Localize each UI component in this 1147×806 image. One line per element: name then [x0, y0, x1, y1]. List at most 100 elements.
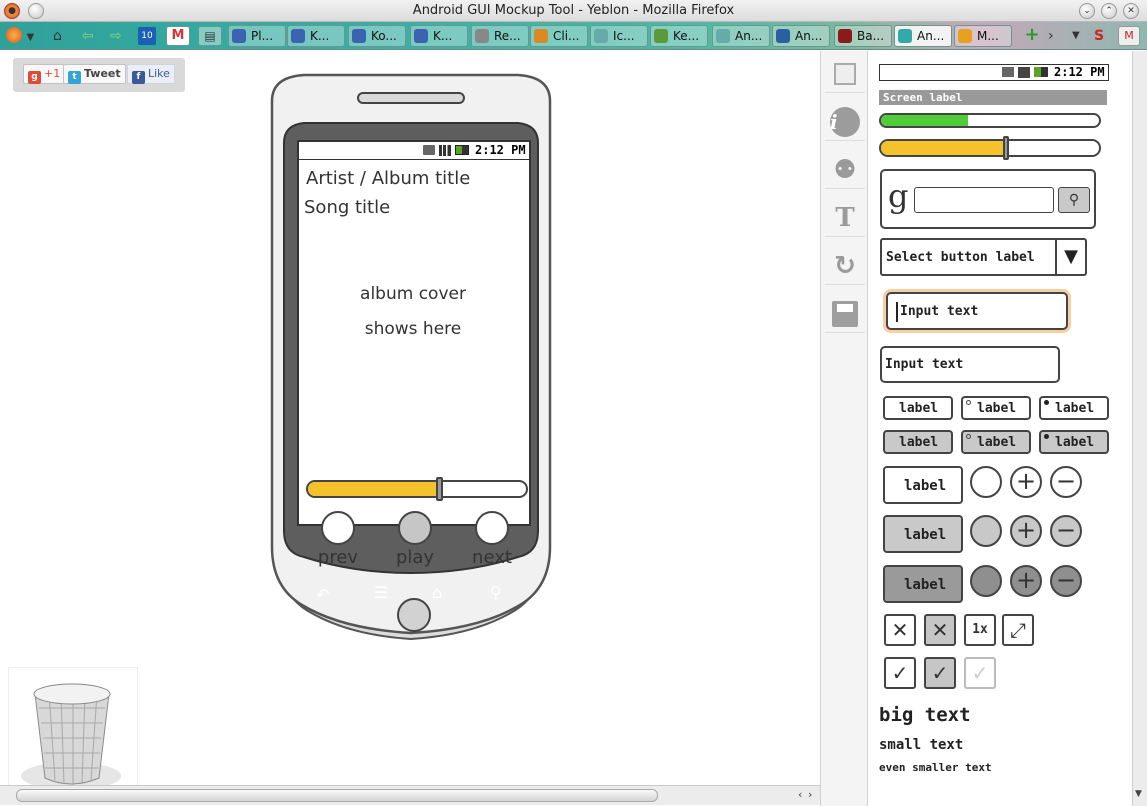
phone-home-icon[interactable]: ⌂	[432, 583, 442, 602]
close-button[interactable]: ✕	[1123, 3, 1139, 19]
google-plus-one-button[interactable]: g +1	[23, 64, 66, 84]
search-widget-input[interactable]	[914, 187, 1054, 213]
tab-label: Ic...	[613, 29, 635, 43]
forward-button[interactable]: ⇨	[110, 26, 122, 46]
home-button[interactable]: ⌂	[53, 26, 62, 46]
page-content: g +1 t Tweet f Like 2:12 PM Artist / Album …	[0, 51, 1147, 806]
tab-5[interactable]: Re...	[471, 25, 529, 47]
label-chip-2[interactable]: label	[961, 396, 1031, 420]
plus-icon: +	[1015, 566, 1037, 594]
song-title: Song title	[304, 197, 391, 218]
search-widget-button[interactable]: ⚲	[1058, 187, 1090, 213]
minus-button-3[interactable]: −	[1050, 565, 1082, 597]
scroll-left-arrow-icon[interactable]: ‹	[798, 788, 802, 801]
gmail-button[interactable]: M	[166, 26, 190, 46]
plus-button-2[interactable]: +	[1010, 515, 1042, 547]
tab-3[interactable]: Ko...	[348, 25, 406, 47]
gmail-notifier-icon[interactable]: M	[1118, 26, 1140, 46]
new-tab-button[interactable]: +	[1020, 25, 1044, 47]
label-chip-5[interactable]: label	[961, 430, 1031, 454]
close-x-button-grey[interactable]: ✕	[924, 614, 956, 646]
small-text-sample[interactable]: small text	[879, 737, 963, 753]
minus-button-2[interactable]: −	[1050, 515, 1082, 547]
label-chip-1[interactable]: label	[883, 396, 953, 420]
palette-status-bar[interactable]: 2:12 PM	[879, 64, 1109, 81]
big-label-button-1[interactable]: label	[883, 466, 963, 504]
round-button-3[interactable]	[970, 565, 1002, 597]
overflow-menu-button[interactable]: ▼	[1072, 26, 1080, 46]
vertical-scrollbar[interactable]: ▼	[1132, 51, 1147, 806]
tweet-button[interactable]: t Tweet	[63, 64, 126, 84]
big-label-button-2[interactable]: label	[883, 515, 963, 553]
back-button[interactable]: ⇦	[82, 26, 94, 46]
trash-bin[interactable]	[8, 667, 138, 802]
prev-button[interactable]	[321, 511, 355, 545]
tab-7[interactable]: Ic...	[590, 25, 648, 47]
onex-button[interactable]: 1x	[964, 614, 996, 646]
next-label: next	[472, 547, 512, 568]
android-tool[interactable]: ⚉	[825, 151, 865, 189]
label-chip-6[interactable]: label	[1039, 430, 1109, 454]
plus-button-3[interactable]: +	[1010, 565, 1042, 597]
green-progress-widget[interactable]	[879, 113, 1101, 128]
phone-search-icon[interactable]: ⚲	[490, 583, 502, 602]
round-button-1[interactable]	[970, 466, 1002, 498]
tab-10[interactable]: An...	[772, 25, 830, 47]
tab-12[interactable]: An...	[894, 25, 952, 47]
plus-button-1[interactable]: +	[1010, 466, 1042, 498]
tab-8[interactable]: Ke...	[650, 25, 708, 47]
smaller-text-sample[interactable]: even smaller text	[879, 761, 992, 774]
select-button-widget[interactable]: Select button label ▼	[880, 238, 1087, 276]
tab-6[interactable]: Cli...	[530, 25, 588, 47]
focused-input-widget[interactable]: Input text	[886, 292, 1068, 330]
horizontal-scrollbar[interactable]: ‹ ›	[0, 785, 820, 805]
text-tool[interactable]: T	[825, 199, 865, 237]
tab-11[interactable]: Ba...	[834, 25, 892, 47]
firefox-menu-button[interactable]: ▼	[6, 26, 34, 46]
trash-can-icon	[21, 683, 121, 790]
fullscreen-button[interactable]: ⤢	[1002, 614, 1034, 646]
save-tool[interactable]	[825, 295, 865, 333]
orange-slider-thumb[interactable]	[1002, 136, 1009, 160]
search-widget[interactable]: g ⚲	[880, 169, 1096, 229]
label-chip-3[interactable]: label	[1039, 396, 1109, 420]
next-button[interactable]	[475, 511, 509, 545]
tab-list-button[interactable]: ›	[1048, 26, 1054, 46]
track-progress-bar[interactable]	[306, 480, 528, 498]
zoom-screen-tool[interactable]	[825, 55, 865, 93]
addon-icon[interactable]: S	[1094, 26, 1104, 46]
round-button-2[interactable]	[970, 515, 1002, 547]
checkbox-checked-grey[interactable]: ✓	[924, 657, 956, 689]
screen-label-widget[interactable]: Screen label	[879, 90, 1107, 105]
plain-input-widget[interactable]: Input text	[880, 346, 1060, 383]
facebook-like-button[interactable]: f Like	[127, 64, 175, 84]
close-x-button[interactable]: ✕	[884, 614, 916, 646]
checkbox-checked-light[interactable]: ✓	[964, 657, 996, 689]
minus-button-1[interactable]: −	[1050, 466, 1082, 498]
phone-back-icon[interactable]: ↶	[316, 585, 329, 604]
tab-1[interactable]: Pl...	[228, 25, 286, 47]
checkbox-checked[interactable]: ✓	[884, 657, 916, 689]
calendar-app-button[interactable]: 10	[138, 27, 156, 45]
refresh-tool[interactable]: ↻	[825, 247, 865, 285]
maximize-button[interactable]: ⌃	[1101, 3, 1117, 19]
big-label-button-3[interactable]: label	[883, 565, 963, 603]
scroll-down-arrow-icon[interactable]: ▼	[1135, 789, 1142, 799]
info-tool[interactable]: i	[825, 103, 865, 141]
scroll-right-arrow-icon[interactable]: ›	[808, 788, 812, 801]
tab-2[interactable]: K...	[287, 25, 345, 47]
tab-9[interactable]: An...	[712, 25, 770, 47]
minimize-button[interactable]: ⌄	[1079, 3, 1095, 19]
kde-icon	[291, 29, 305, 43]
orange-slider-widget[interactable]	[879, 139, 1101, 157]
tab-13[interactable]: M...	[954, 25, 1012, 47]
horizontal-scroll-thumb[interactable]	[16, 789, 658, 802]
track-progress-thumb[interactable]	[436, 477, 444, 501]
play-button[interactable]	[398, 511, 432, 545]
big-text-sample[interactable]: big text	[879, 704, 971, 726]
bookmark-app-button[interactable]: ▤	[198, 26, 222, 46]
tab-4[interactable]: K...	[410, 25, 468, 47]
minus-icon: −	[1055, 467, 1077, 495]
label-chip-4[interactable]: label	[883, 430, 953, 454]
phone-menu-icon[interactable]: ☰	[374, 583, 388, 602]
